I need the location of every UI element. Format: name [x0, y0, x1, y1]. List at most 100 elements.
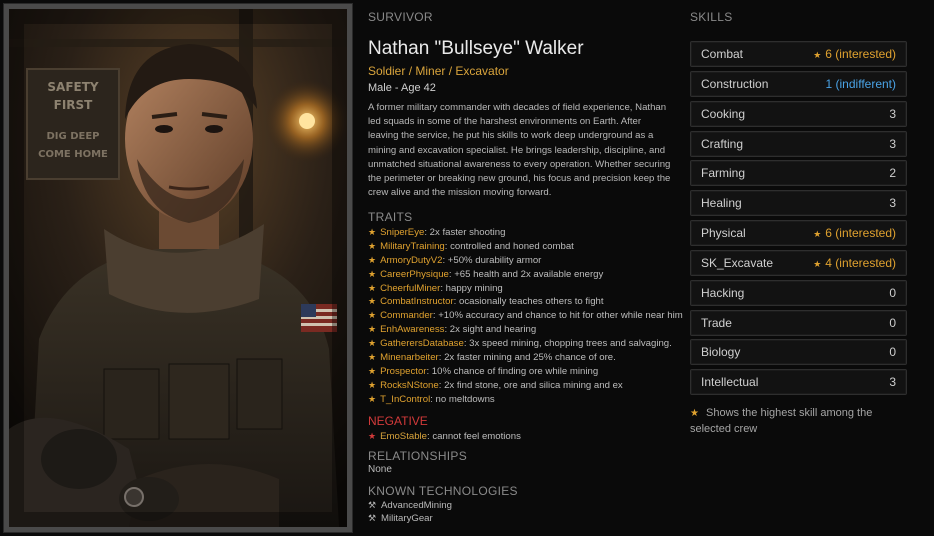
skill-value-text: 6 (interested) [825, 47, 896, 61]
trait-item[interactable]: ★ EnhAwareness: 2x sight and hearing [368, 323, 673, 337]
survivor-bio: A former military commander with decades… [368, 102, 671, 199]
trait-item[interactable]: ★ CareerPhysique: +65 health and 2x avail… [368, 268, 673, 282]
star-icon: ★ [368, 282, 377, 293]
technology-name: AdvancedMining [381, 500, 452, 511]
skill-name: Crafting [701, 136, 744, 151]
skill-row-intellectual[interactable]: Intellectual 3 [690, 369, 907, 396]
trait-item[interactable]: ★ ArmoryDutyV2: +50% durability armor [368, 254, 673, 268]
negative-trait-item[interactable]: ★ EmoStable: cannot feel emotions [368, 430, 521, 444]
survivor-gender-age: Male - Age 42 [368, 82, 436, 94]
trait-item[interactable]: ★ CheerfulMiner: happy mining [368, 282, 673, 296]
skill-value-text: 3 [889, 375, 896, 390]
trait-name: SniperEye [380, 227, 425, 238]
skill-row-healing[interactable]: Healing 3 [690, 190, 907, 217]
star-icon: ★ [368, 338, 377, 349]
flag-patch [301, 304, 337, 332]
trait-name: Minenarbeiter [380, 352, 439, 364]
trait-desc: : +65 health and 2x available energy [448, 268, 604, 280]
skill-value-text: 6 (interested) [825, 226, 896, 241]
star-icon: ★ [368, 296, 377, 307]
skill-row-physical[interactable]: Physical ★ 6 (interested) [690, 220, 907, 247]
star-icon: ★ [368, 268, 377, 279]
star-icon: ★ [813, 50, 822, 60]
trait-desc: : 2x find stone, ore and silica mining a… [438, 379, 623, 391]
traits-list: ★ SniperEye: 2x faster shooting ★ Military… [368, 226, 683, 407]
trait-item[interactable]: ★ MilitaryTraining: controlled and honed … [368, 240, 673, 254]
survivor-portrait: SAFETY FIRST DIG DEEP COME HOME [4, 4, 352, 532]
skill-value-text: 3 [889, 106, 896, 121]
star-icon: ★ [690, 408, 699, 419]
trait-name: Prospector [380, 365, 427, 377]
trait-name: EmoStable [380, 431, 428, 442]
skill-value: ★ 6 (interested) [813, 47, 896, 61]
trait-desc: : +10% accuracy and chance to hit for ot… [432, 310, 683, 322]
skill-value: 0 [889, 286, 896, 300]
skill-row-hacking[interactable]: Hacking 0 [690, 279, 907, 306]
skill-value-text: 3 [889, 136, 896, 151]
relationships-value: None [368, 464, 392, 475]
trait-name: ArmoryDutyV2 [380, 254, 443, 266]
star-icon: ★ [368, 324, 377, 335]
trait-item[interactable]: ★ SniperEye: 2x faster shooting [368, 226, 673, 240]
trait-item[interactable]: ★ Minenarbeiter: 2x faster mining and 25%… [368, 351, 673, 365]
survivor-roles: Soldier / Miner / Excavator [368, 64, 509, 78]
trait-desc: : 2x sight and hearing [444, 324, 537, 336]
skill-name: Healing [701, 196, 742, 211]
trait-item[interactable]: ★ Commander: +10% accuracy and chance to … [368, 309, 683, 323]
trait-desc: : +50% durability armor [442, 254, 542, 266]
technology-item[interactable]: ⚒ AdvancedMining [368, 499, 452, 512]
trait-name: GatherersDatabase [380, 338, 464, 350]
trait-item[interactable]: ★ GatherersDatabase: 3x speed mining, cho… [368, 337, 673, 351]
skill-row-farming[interactable]: Farming 2 [690, 160, 907, 187]
traits-section-title: TRAITS [368, 210, 413, 224]
skills-list: Combat ★ 6 (interested) Construction 1 (ind… [690, 41, 907, 399]
skill-name: Combat [701, 47, 744, 61]
trait-name: RocksNStone [380, 379, 439, 391]
star-icon: ★ [368, 227, 377, 237]
skill-value-text: 1 (indifferent) [825, 76, 896, 91]
skill-row-cooking[interactable]: Cooking 3 [690, 100, 907, 127]
skill-name: Physical [701, 226, 746, 241]
skill-name: Intellectual [701, 375, 759, 390]
trait-desc: : ocasionally teaches others to fight [453, 296, 604, 308]
trait-item[interactable]: ★ T_InControl: no meltdowns [368, 393, 673, 407]
skill-value-text: 3 [889, 196, 896, 211]
trait-item[interactable]: ★ Prospector: 10% chance of finding ore w… [368, 365, 673, 379]
skill-value: 1 (indifferent) [826, 77, 896, 91]
technology-item[interactable]: ⚒ MilitaryGear [368, 512, 452, 525]
survivor-section-title: SURVIVOR [368, 10, 433, 24]
skill-value: 2 [889, 166, 896, 180]
skill-row-trade[interactable]: Trade 0 [690, 309, 907, 336]
svg-text:COME HOME: COME HOME [38, 149, 108, 160]
skill-value-text: 0 [889, 345, 896, 360]
star-icon: ★ [368, 379, 377, 390]
skill-name: Hacking [701, 285, 745, 300]
skill-row-construction[interactable]: Construction 1 (indifferent) [690, 70, 907, 97]
technology-name: MilitaryGear [381, 513, 433, 524]
skill-name: Construction [701, 76, 769, 91]
skill-name: Biology [701, 345, 741, 360]
trait-name: EnhAwareness [380, 324, 445, 336]
star-icon: ★ [368, 310, 377, 321]
skill-value: 3 [889, 196, 896, 210]
skill-value: 0 [889, 345, 896, 359]
skill-row-excavate[interactable]: SK_Excavate ★ 4 (interested) [690, 249, 907, 276]
trait-desc: : no meltdowns [430, 393, 495, 405]
star-icon: ★ [813, 258, 822, 269]
skill-row-biology[interactable]: Biology 0 [690, 339, 907, 366]
trait-desc: : 2x faster shooting [424, 227, 506, 238]
safety-sign: SAFETY FIRST DIG DEEP COME HOME [26, 68, 120, 180]
trait-desc: : 2x faster mining and 25% chance of ore… [438, 352, 616, 364]
skill-value: 0 [889, 316, 896, 330]
trait-desc: : controlled and honed combat [444, 240, 574, 252]
portrait-image: SAFETY FIRST DIG DEEP COME HOME [9, 9, 347, 527]
trait-item[interactable]: ★ RocksNStone: 2x find stone, ore and sil… [368, 379, 673, 393]
skill-value-text: 4 (interested) [825, 255, 896, 270]
skill-row-crafting[interactable]: Crafting 3 [690, 130, 907, 157]
trait-item[interactable]: ★ CombatInstructor: ocasionally teaches o… [368, 295, 673, 309]
svg-text:FIRST: FIRST [54, 98, 94, 112]
skill-row-combat[interactable]: Combat ★ 6 (interested) [690, 41, 907, 67]
trait-desc: : 3x speed mining, chopping trees and sa… [463, 338, 672, 350]
trait-desc: : happy mining [440, 282, 503, 294]
negative-section-title: NEGATIVE [368, 414, 428, 428]
